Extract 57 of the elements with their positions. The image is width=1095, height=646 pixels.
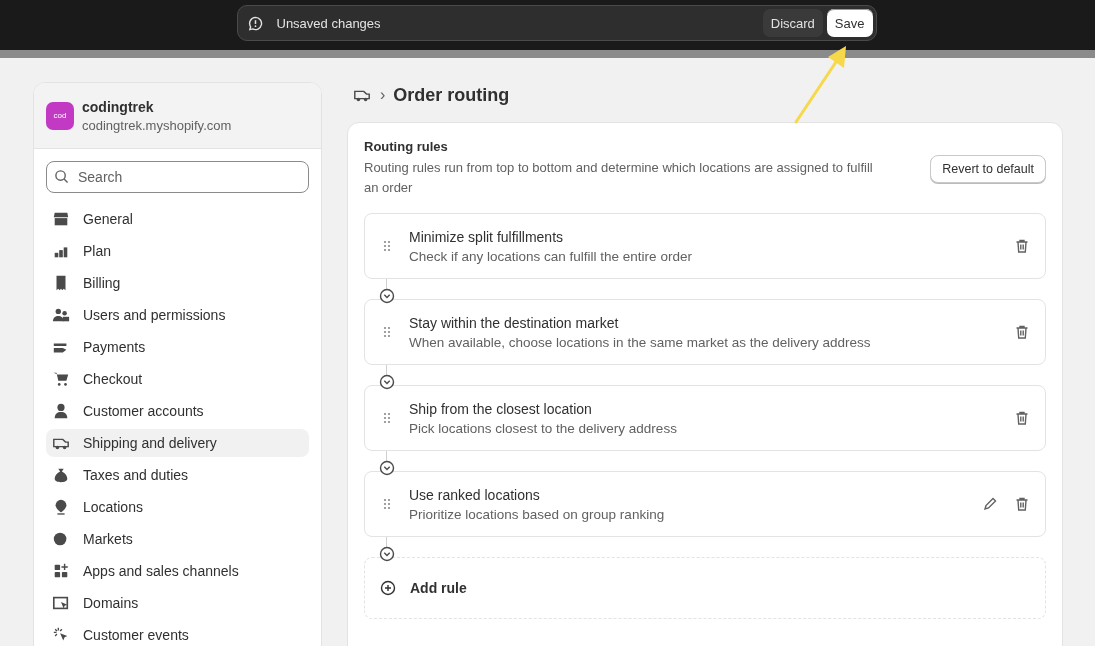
sidebar-item[interactable]: Markets xyxy=(46,525,309,553)
card-description: Routing rules run from top to bottom and determine which locations are assigned to fulfill an order xyxy=(364,159,874,197)
sidebar-item[interactable]: Apps and sales channels xyxy=(46,557,309,585)
store-icon xyxy=(52,210,70,228)
rule-title: Use ranked locations xyxy=(409,486,541,503)
rule-title: Ship from the closest location xyxy=(409,400,593,417)
trash-icon[interactable] xyxy=(1014,496,1030,512)
person-icon xyxy=(52,402,70,420)
discard-button[interactable]: Discard xyxy=(762,9,823,37)
rule-description: Prioritize locations based on group ranking xyxy=(409,506,666,522)
add-rule-button[interactable]: Add rule xyxy=(364,557,1046,619)
pencil-icon[interactable] xyxy=(982,496,998,512)
apps-icon xyxy=(52,562,70,580)
drag-handle-icon[interactable] xyxy=(383,240,391,252)
sidebar-item[interactable]: Checkout xyxy=(46,365,309,393)
sidebar-item[interactable]: Customer events xyxy=(46,621,309,646)
chevron-down-icon[interactable] xyxy=(379,546,395,562)
chevron-down-icon[interactable] xyxy=(379,288,395,304)
sidebar-item[interactable]: Shipping and delivery xyxy=(46,429,309,457)
drag-handle-icon[interactable] xyxy=(383,412,391,424)
rule-description: Check if any locations can fulfill the entire order xyxy=(409,248,693,264)
rule-description: When available, choose locations in the same market as the delivery address xyxy=(409,334,872,350)
chevron-down-icon[interactable] xyxy=(379,460,395,476)
rule-title: Minimize split fulfillments xyxy=(409,228,565,245)
plus-circle-icon xyxy=(380,580,396,596)
store-avatar: cod xyxy=(46,101,74,130)
rule-description: Pick locations closest to the delivery address xyxy=(409,420,678,436)
sidebar-item[interactable]: Users and permissions xyxy=(46,301,309,329)
sidebar-item[interactable]: General xyxy=(46,205,309,233)
drag-handle-icon[interactable] xyxy=(383,326,391,338)
sidebar-item[interactable]: Domains xyxy=(46,589,309,617)
card-title: Routing rules xyxy=(364,139,449,154)
sidebar-item[interactable]: Locations xyxy=(46,493,309,521)
sidebar-item[interactable]: Customer accounts xyxy=(46,397,309,425)
page-title: Order routing xyxy=(393,84,510,106)
revert-button[interactable]: Revert to default xyxy=(930,155,1046,183)
search-field[interactable]: Search xyxy=(46,161,309,193)
trash-icon[interactable] xyxy=(1014,324,1030,340)
money-bag-icon xyxy=(52,466,70,484)
sidebar-item[interactable]: Taxes and duties xyxy=(46,461,309,489)
unsaved-changes-message: Unsaved changes xyxy=(276,15,381,31)
alert-icon xyxy=(247,15,263,31)
drag-handle-icon[interactable] xyxy=(383,498,391,510)
browser-window-icon xyxy=(52,594,70,612)
rule-title: Stay within the destination market xyxy=(409,314,620,331)
cart-icon xyxy=(52,370,70,388)
breadcrumb-separator: › xyxy=(380,86,386,104)
store-name: codingtrek xyxy=(82,98,155,115)
trash-icon[interactable] xyxy=(1014,238,1030,254)
chevron-down-icon[interactable] xyxy=(379,374,395,390)
trash-icon[interactable] xyxy=(1014,410,1030,426)
sidebar-item[interactable]: Billing xyxy=(46,269,309,297)
store-domain: codingtrek.myshopify.com xyxy=(82,117,232,133)
save-button[interactable]: Save xyxy=(826,9,873,37)
sidebar-item[interactable]: Plan xyxy=(46,237,309,265)
users-icon xyxy=(52,306,70,324)
sidebar-item[interactable]: Payments xyxy=(46,333,309,361)
